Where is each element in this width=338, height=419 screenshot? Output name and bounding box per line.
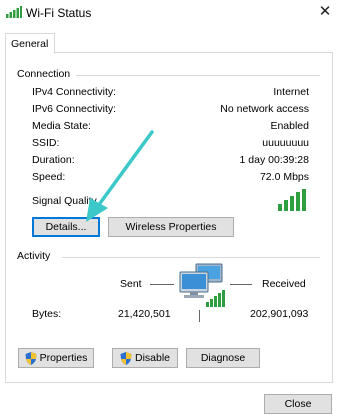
ipv4-value: Internet [273,86,309,98]
duration-value: 1 day 00:39:28 [239,154,309,166]
properties-button-label: Properties [39,352,88,364]
activity-divider [62,257,320,258]
close-button[interactable]: Close [264,394,332,414]
window-close-icon[interactable]: ✕ [316,3,334,21]
tab-general-label: General [11,38,49,50]
properties-button[interactable]: Properties [18,348,94,368]
disable-button[interactable]: Disable [112,348,178,368]
received-label: Received [262,278,306,290]
bytes-label: Bytes: [32,308,62,320]
bytes-received-value: 202,901,093 [250,308,309,320]
annotation-arrow [86,130,154,222]
window-title: Wi-Fi Status [26,6,92,20]
uac-shield-icon [25,351,37,365]
diagnose-button[interactable]: Diagnose [186,348,260,368]
duration-label: Duration: [32,154,75,166]
ipv6-value: No network access [220,103,309,115]
speed-value: 72.0 Mbps [259,171,309,183]
media-state-value: Enabled [270,120,309,132]
connection-divider [76,75,320,76]
speed-label: Speed: [32,171,66,183]
tab-general[interactable]: General [5,33,55,54]
network-computers-icon [179,263,225,307]
wifi-signal-icon [6,6,22,18]
uac-shield-icon [120,351,132,365]
ssid-value: uuuuuuuu [262,137,309,149]
ipv6-label: IPv6 Connectivity: [32,103,117,115]
bytes-sent-value: 21,420,501 [118,308,171,320]
received-line [230,284,252,285]
signal-bars-icon [278,189,306,211]
ipv4-label: IPv4 Connectivity: [32,86,117,98]
sent-line [150,284,174,285]
activity-section-label: Activity [17,250,51,262]
sent-label: Sent [120,278,142,290]
disable-button-label: Disable [134,352,171,364]
bytes-divider [199,310,200,322]
connection-section-label: Connection [17,68,71,80]
ssid-label: SSID: [32,137,60,149]
